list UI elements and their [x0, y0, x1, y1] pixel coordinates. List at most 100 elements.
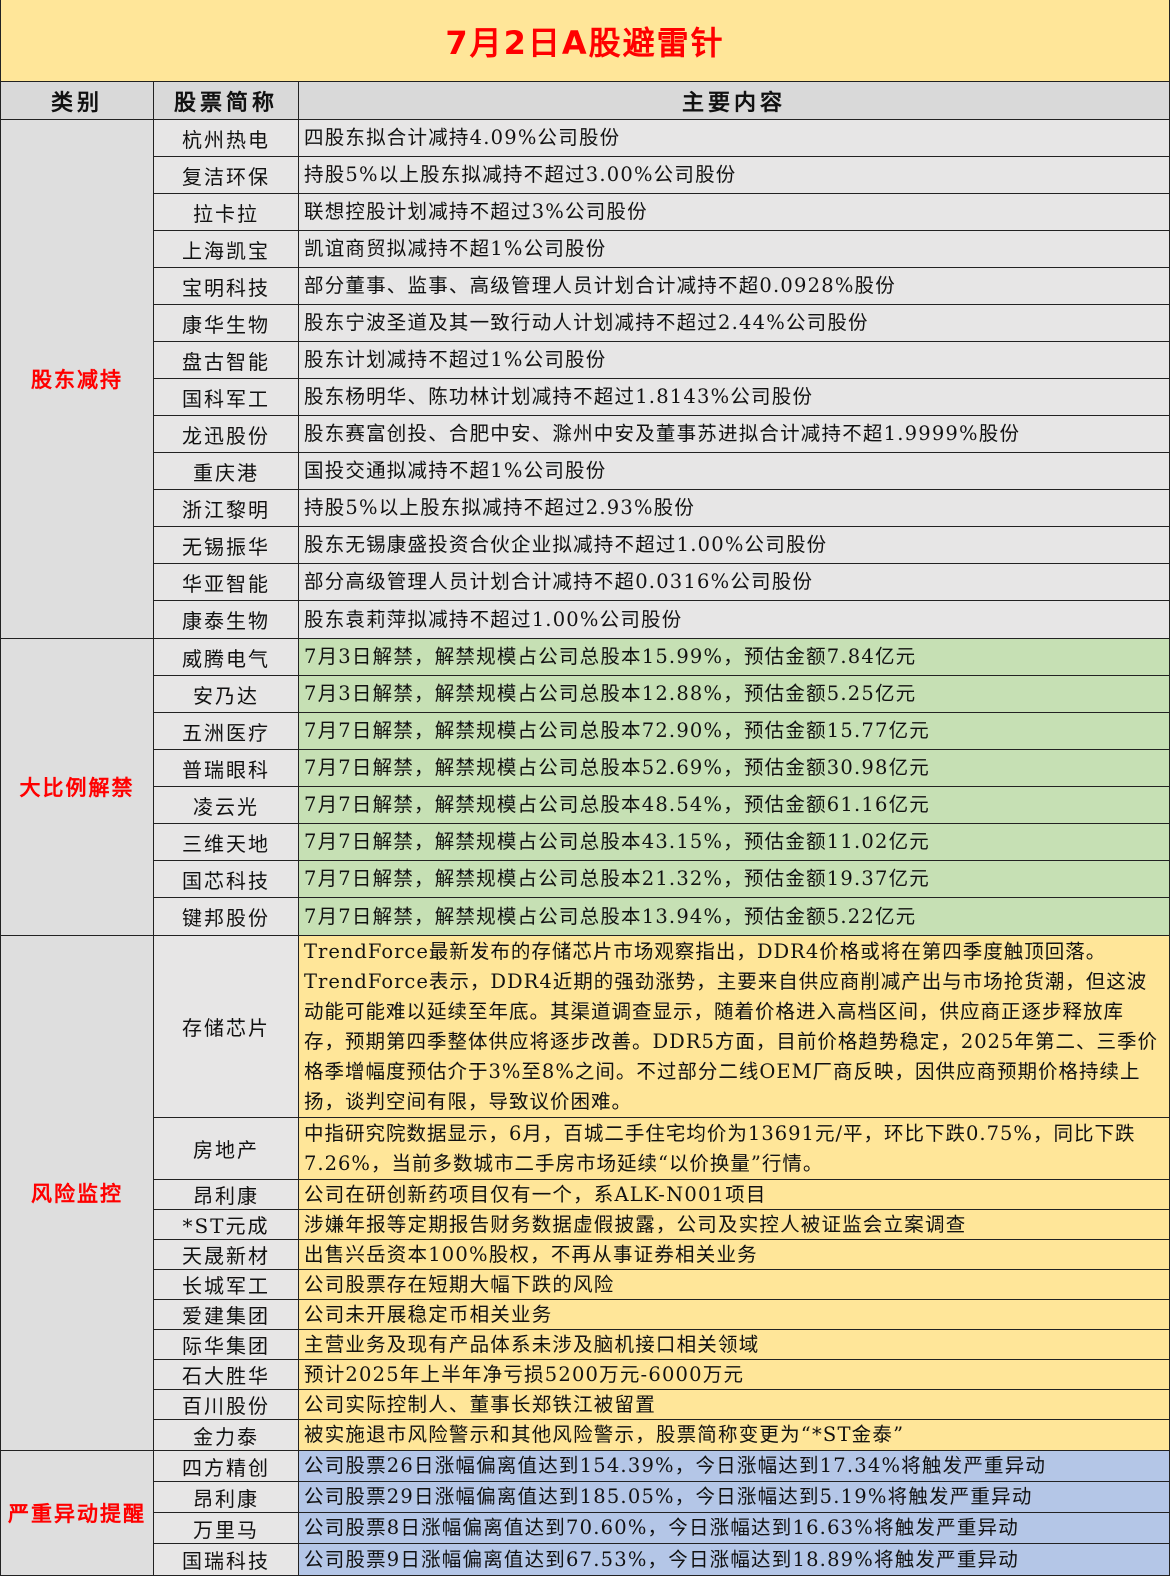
table-body: 股东减持 杭州热电 四股东拟合计减持4.09%公司股份 复洁环保 持股5%以上股东拟减持… [1, 120, 1169, 1576]
stock-name-cell: 国科军工 [154, 379, 299, 415]
content-cell: 7月7日解禁，解禁规模占公司总股本43.15%，预估金额11.02亿元 [299, 824, 1169, 860]
stock-name-cell: 际华集团 [154, 1330, 299, 1359]
content-cell: 股东无锡康盛投资合伙企业拟减持不超过1.00%公司股份 [299, 527, 1169, 563]
stock-name-cell: 复洁环保 [154, 157, 299, 193]
table-row: 存储芯片 TrendForce最新发布的存储芯片市场观察指出，DDR4价格或将在第… [154, 936, 1169, 1118]
table-row: 宝明科技 部分董事、监事、高级管理人员计划合计减持不超0.0928%股份 [154, 268, 1169, 305]
table-row: 杭州热电 四股东拟合计减持4.09%公司股份 [154, 120, 1169, 157]
spreadsheet: 7月2日A股避雷针 类别 股票简称 主要内容 股东减持 杭州热电 四股东拟合计减持4… [0, 0, 1170, 1576]
stock-name-cell: 拉卡拉 [154, 194, 299, 230]
header-category: 类别 [1, 82, 154, 119]
category-cell: 严重异动提醒 [1, 1451, 154, 1575]
content-cell: TrendForce最新发布的存储芯片市场观察指出，DDR4价格或将在第四季度触… [299, 936, 1169, 1117]
content-cell: 公司股票9日涨幅偏离值达到67.53%，今日涨幅达到18.89%将触发严重异动 [299, 1544, 1169, 1575]
stock-name-cell: 盘古智能 [154, 342, 299, 378]
content-cell: 涉嫌年报等定期报告财务数据虚假披露，公司及实控人被证监会立案调查 [299, 1210, 1169, 1239]
table-row: 威腾电气 7月3日解禁，解禁规模占公司总股本15.99%，预估金额7.84亿元 [154, 639, 1169, 676]
table-row: *ST元成 涉嫌年报等定期报告财务数据虚假披露，公司及实控人被证监会立案调查 [154, 1210, 1169, 1240]
content-cell: 7月7日解禁，解禁规模占公司总股本21.32%，预估金额19.37亿元 [299, 861, 1169, 897]
content-cell: 公司在研创新药项目仅有一个，系ALK-N001项目 [299, 1180, 1169, 1209]
table-row: 四方精创 公司股票26日涨幅偏离值达到154.39%，今日涨幅达到17.34%将触… [154, 1451, 1169, 1482]
table-row: 国瑞科技 公司股票9日涨幅偏离值达到67.53%，今日涨幅达到18.89%将触发严… [154, 1544, 1169, 1575]
table-row: 上海凯宝 凯谊商贸拟减持不超1%公司股份 [154, 231, 1169, 268]
stock-name-cell: 爱建集团 [154, 1300, 299, 1329]
table-row: 浙江黎明 持股5%以上股东拟减持不超过2.93%股份 [154, 490, 1169, 527]
stock-name-cell: 杭州热电 [154, 120, 299, 156]
stock-name-cell: 上海凯宝 [154, 231, 299, 267]
section: 严重异动提醒 四方精创 公司股票26日涨幅偏离值达到154.39%，今日涨幅达到17… [1, 1451, 1169, 1576]
content-cell: 股东赛富创投、合肥中安、滁州中安及董事苏进拟合计减持不超1.9999%股份 [299, 416, 1169, 452]
stock-name-cell: 威腾电气 [154, 639, 299, 675]
stock-name-cell: 昂利康 [154, 1482, 299, 1512]
table-row: 键邦股份 7月7日解禁，解禁规模占公司总股本13.94%，预估金额5.22亿元 [154, 898, 1169, 935]
table-row: 昂利康 公司在研创新药项目仅有一个，系ALK-N001项目 [154, 1180, 1169, 1210]
content-cell: 部分董事、监事、高级管理人员计划合计减持不超0.0928%股份 [299, 268, 1169, 304]
table-row: 普瑞眼科 7月7日解禁，解禁规模占公司总股本52.69%，预估金额30.98亿元 [154, 750, 1169, 787]
section-rows: 威腾电气 7月3日解禁，解禁规模占公司总股本15.99%，预估金额7.84亿元 安乃… [154, 639, 1169, 935]
table-row: 金力泰 被实施退市风险警示和其他风险警示，股票简称变更为“*ST金泰” [154, 1420, 1169, 1450]
stock-name-cell: 国瑞科技 [154, 1544, 299, 1575]
stock-name-cell: 无锡振华 [154, 527, 299, 563]
stock-name-cell: 五洲医疗 [154, 713, 299, 749]
table-row: 盘古智能 股东计划减持不超过1%公司股份 [154, 342, 1169, 379]
table-row: 五洲医疗 7月7日解禁，解禁规模占公司总股本72.90%，预估金额15.77亿元 [154, 713, 1169, 750]
content-cell: 公司未开展稳定币相关业务 [299, 1300, 1169, 1329]
category-cell: 股东减持 [1, 120, 154, 638]
stock-name-cell: 重庆港 [154, 453, 299, 489]
section-rows: 杭州热电 四股东拟合计减持4.09%公司股份 复洁环保 持股5%以上股东拟减持不超过3… [154, 120, 1169, 638]
table-row: 爱建集团 公司未开展稳定币相关业务 [154, 1300, 1169, 1330]
table-row: 康泰生物 股东袁莉萍拟减持不超过1.00%公司股份 [154, 601, 1169, 638]
stock-name-cell: *ST元成 [154, 1210, 299, 1239]
section: 大比例解禁 威腾电气 7月3日解禁，解禁规模占公司总股本15.99%，预估金额7.8… [1, 639, 1169, 936]
stock-name-cell: 石大胜华 [154, 1360, 299, 1389]
table-row: 百川股份 公司实际控制人、董事长郑铁江被留置 [154, 1390, 1169, 1420]
stock-name-cell: 房地产 [154, 1118, 299, 1179]
stock-name-cell: 浙江黎明 [154, 490, 299, 526]
table-row: 国芯科技 7月7日解禁，解禁规模占公司总股本21.32%，预估金额19.37亿元 [154, 861, 1169, 898]
content-cell: 7月7日解禁，解禁规模占公司总股本52.69%，预估金额30.98亿元 [299, 750, 1169, 786]
stock-name-cell: 存储芯片 [154, 936, 299, 1117]
table-row: 康华生物 股东宁波圣道及其一致行动人计划减持不超过2.44%公司股份 [154, 305, 1169, 342]
table-row: 复洁环保 持股5%以上股东拟减持不超过3.00%公司股份 [154, 157, 1169, 194]
content-cell: 联想控股计划减持不超过3%公司股份 [299, 194, 1169, 230]
content-cell: 国投交通拟减持不超1%公司股份 [299, 453, 1169, 489]
stock-name-cell: 天晟新材 [154, 1240, 299, 1269]
stock-name-cell: 康华生物 [154, 305, 299, 341]
stock-name-cell: 凌云光 [154, 787, 299, 823]
table-row: 房地产 中指研究院数据显示，6月，百城二手住宅均价为13691元/平，环比下跌0.… [154, 1118, 1169, 1180]
content-cell: 股东宁波圣道及其一致行动人计划减持不超过2.44%公司股份 [299, 305, 1169, 341]
table-row: 石大胜华 预计2025年上半年净亏损5200万元-6000万元 [154, 1360, 1169, 1390]
table-row: 三维天地 7月7日解禁，解禁规模占公司总股本43.15%，预估金额11.02亿元 [154, 824, 1169, 861]
content-cell: 7月7日解禁，解禁规模占公司总股本48.54%，预估金额61.16亿元 [299, 787, 1169, 823]
table-row: 安乃达 7月3日解禁，解禁规模占公司总股本12.88%，预估金额5.25亿元 [154, 676, 1169, 713]
content-cell: 中指研究院数据显示，6月，百城二手住宅均价为13691元/平，环比下跌0.75%… [299, 1118, 1169, 1179]
content-cell: 四股东拟合计减持4.09%公司股份 [299, 120, 1169, 156]
content-cell: 股东杨明华、陈功林计划减持不超过1.8143%公司股份 [299, 379, 1169, 415]
category-cell: 风险监控 [1, 936, 154, 1450]
table-row: 拉卡拉 联想控股计划减持不超过3%公司股份 [154, 194, 1169, 231]
section-rows: 四方精创 公司股票26日涨幅偏离值达到154.39%，今日涨幅达到17.34%将触… [154, 1451, 1169, 1575]
content-cell: 公司股票29日涨幅偏离值达到185.05%，今日涨幅达到5.19%将触发严重异动 [299, 1482, 1169, 1512]
stock-name-cell: 龙迅股份 [154, 416, 299, 452]
table-row: 万里马 公司股票8日涨幅偏离值达到70.60%，今日涨幅达到16.63%将触发严重… [154, 1513, 1169, 1544]
table-row: 天晟新材 出售兴岳资本100%股权，不再从事证券相关业务 [154, 1240, 1169, 1270]
stock-name-cell: 百川股份 [154, 1390, 299, 1419]
stock-name-cell: 安乃达 [154, 676, 299, 712]
stock-name-cell: 国芯科技 [154, 861, 299, 897]
table-row: 重庆港 国投交通拟减持不超1%公司股份 [154, 453, 1169, 490]
stock-name-cell: 昂利康 [154, 1180, 299, 1209]
table-row: 际华集团 主营业务及现有产品体系未涉及脑机接口相关领域 [154, 1330, 1169, 1360]
table-row: 华亚智能 部分高级管理人员计划合计减持不超0.0316%公司股份 [154, 564, 1169, 601]
content-cell: 公司实际控制人、董事长郑铁江被留置 [299, 1390, 1169, 1419]
content-cell: 预计2025年上半年净亏损5200万元-6000万元 [299, 1360, 1169, 1389]
section-rows: 存储芯片 TrendForce最新发布的存储芯片市场观察指出，DDR4价格或将在第… [154, 936, 1169, 1450]
content-cell: 公司股票存在短期大幅下跌的风险 [299, 1270, 1169, 1299]
content-cell: 股东袁莉萍拟减持不超过1.00%公司股份 [299, 601, 1169, 638]
content-cell: 部分高级管理人员计划合计减持不超0.0316%公司股份 [299, 564, 1169, 600]
content-cell: 股东计划减持不超过1%公司股份 [299, 342, 1169, 378]
content-cell: 被实施退市风险警示和其他风险警示，股票简称变更为“*ST金泰” [299, 1420, 1169, 1450]
content-cell: 持股5%以上股东拟减持不超过3.00%公司股份 [299, 157, 1169, 193]
table-row: 昂利康 公司股票29日涨幅偏离值达到185.05%，今日涨幅达到5.19%将触发严… [154, 1482, 1169, 1513]
content-cell: 公司股票26日涨幅偏离值达到154.39%，今日涨幅达到17.34%将触发严重异… [299, 1451, 1169, 1481]
stock-name-cell: 三维天地 [154, 824, 299, 860]
